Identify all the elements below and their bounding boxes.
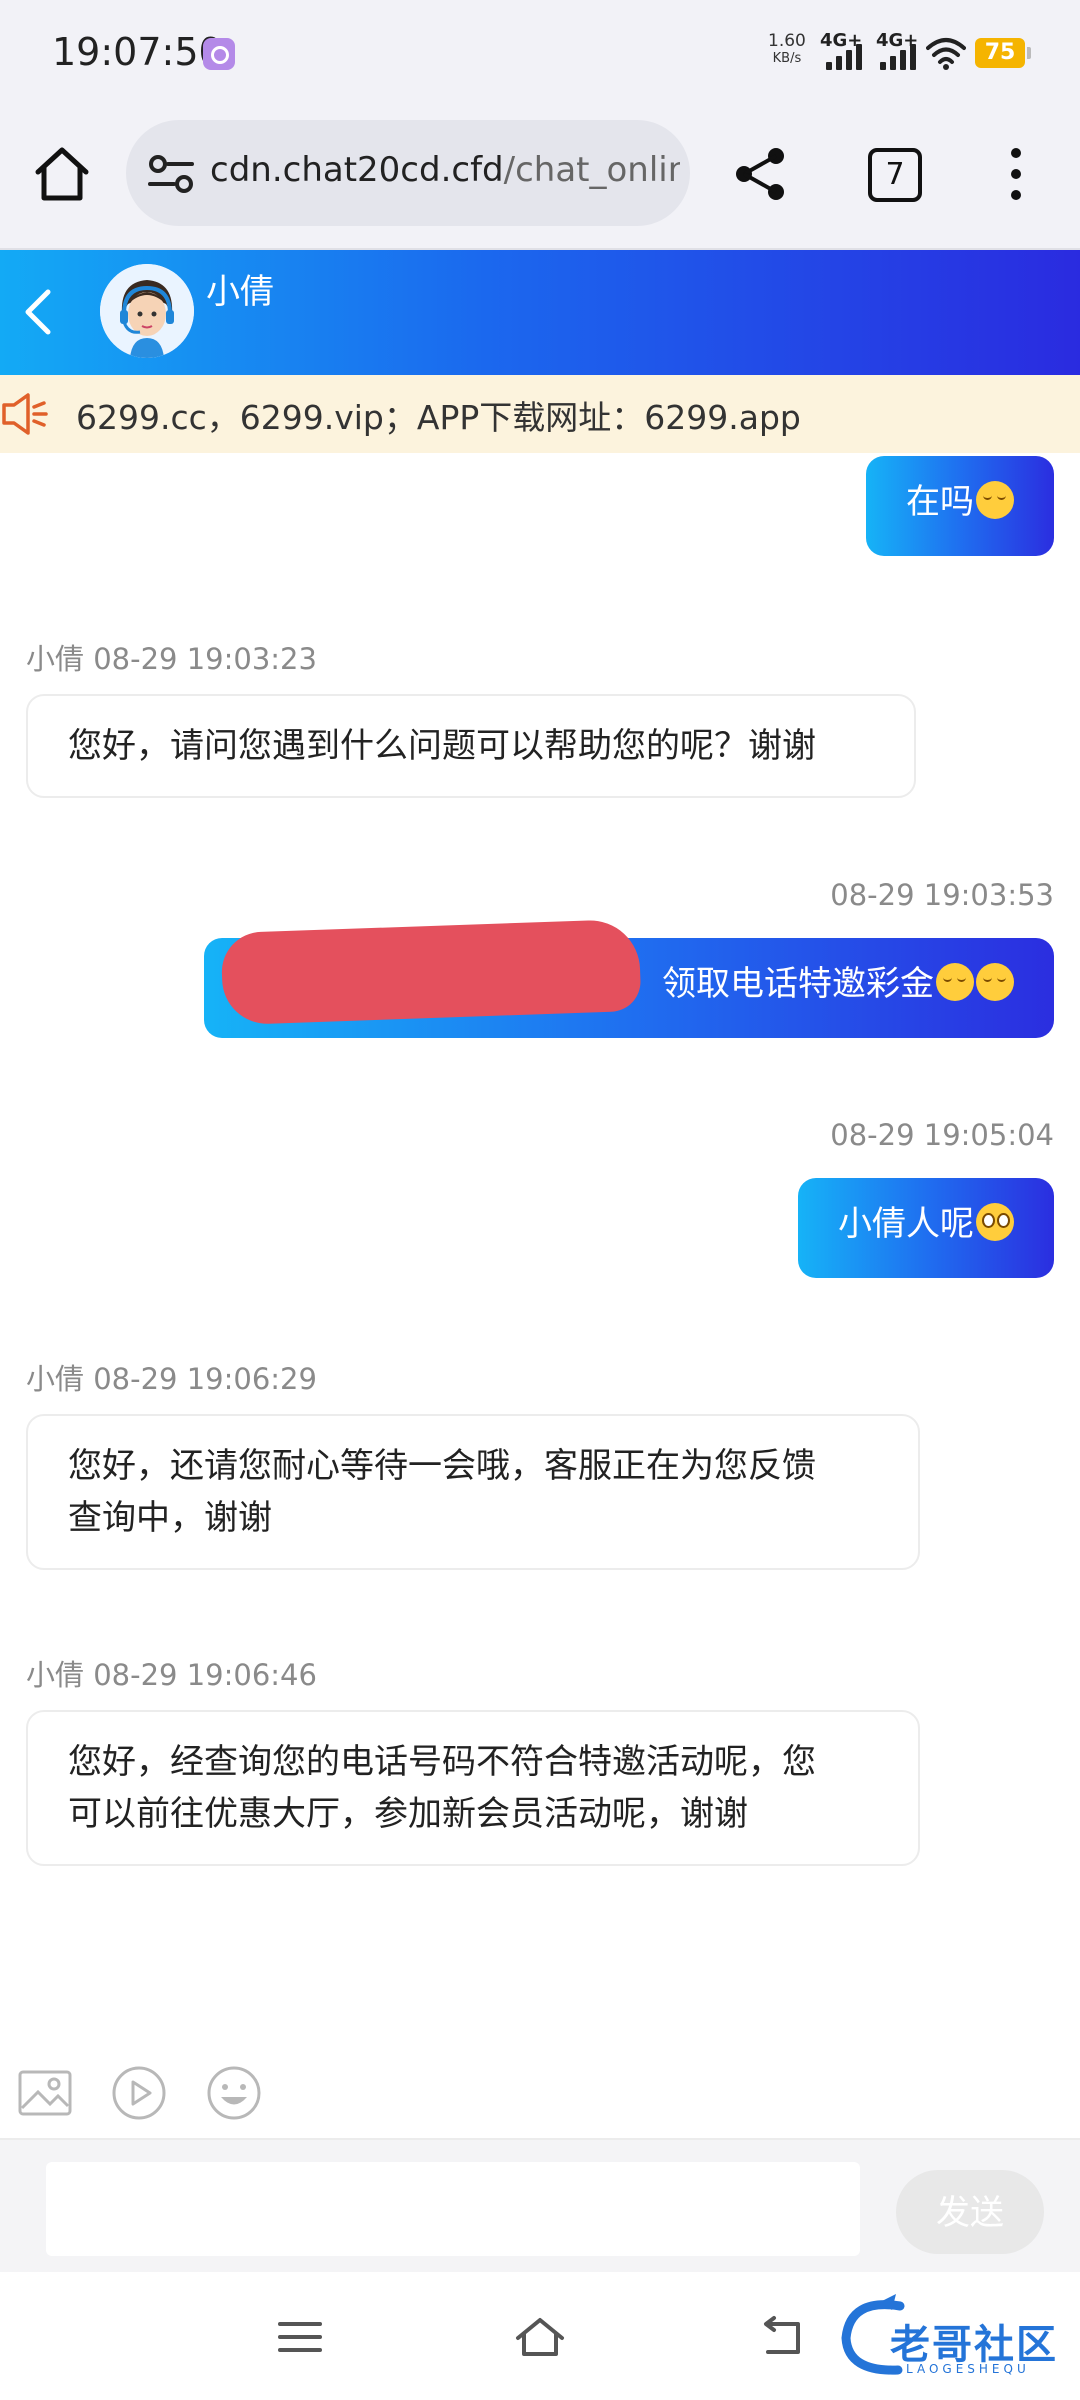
relieved-face-icon: [976, 481, 1014, 519]
home-icon[interactable]: [30, 142, 94, 206]
speaker-icon: [2, 393, 48, 435]
composer-toolbar: [0, 2050, 1080, 2138]
relieved-face-icon: [936, 963, 974, 1001]
watermark-logo: 老哥社区 LAOGESHEQU: [840, 2292, 1070, 2382]
message-meta: 08-29 19:05:04: [830, 1118, 1054, 1152]
incoming-message: 您好，请问您遇到什么问题可以帮助您的呢？谢谢: [26, 694, 916, 798]
status-bar: 19:07:50 1.60 KB/s 4G+ 4G+ 75: [0, 0, 1080, 110]
status-time: 19:07:50: [52, 30, 223, 74]
tab-switcher-button[interactable]: 7: [868, 148, 922, 202]
incoming-message: 您好，经查询您的电话号码不符合特邀活动呢，您 可以前往优惠大厅，参加新会员活动呢…: [26, 1710, 920, 1866]
wifi-icon: [926, 38, 966, 70]
video-upload-icon[interactable]: [110, 2064, 168, 2122]
message-input[interactable]: [46, 2162, 860, 2256]
address-bar[interactable]: cdn.chat20cd.cfd/chat_online: [126, 120, 690, 226]
share-icon[interactable]: [730, 144, 790, 204]
network-speed: 1.60 KB/s: [768, 31, 806, 66]
message-meta: 08-29 19:03:53: [830, 878, 1054, 912]
outgoing-message: 小倩人呢: [798, 1178, 1054, 1278]
notification-app-icon: [203, 38, 235, 70]
message-composer: 发送: [0, 2138, 1080, 2274]
agent-avatar: [100, 264, 194, 358]
chat-header: 小倩: [0, 250, 1080, 375]
incoming-message: 您好，还请您耐心等待一会哦，客服正在为您反馈 查询中，谢谢: [26, 1414, 920, 1570]
url-text[interactable]: cdn.chat20cd.cfd/chat_online: [210, 150, 680, 190]
flushed-face-icon: [976, 1203, 1014, 1241]
site-settings-icon[interactable]: [148, 152, 194, 196]
nav-back-icon[interactable]: [752, 2312, 808, 2362]
relieved-face-icon: [976, 963, 1014, 1001]
redaction-mark: [220, 918, 642, 1026]
image-upload-icon[interactable]: [16, 2064, 74, 2122]
system-nav-bar: 老哥社区 LAOGESHEQU: [0, 2272, 1080, 2400]
battery-icon: 75: [975, 38, 1031, 68]
signal-2-icon: [880, 42, 924, 70]
recent-apps-icon[interactable]: [272, 2312, 328, 2362]
message-meta: 小倩 08-29 19:03:23: [26, 642, 317, 676]
more-menu-icon[interactable]: [1008, 148, 1024, 208]
message-meta: 小倩 08-29 19:06:46: [26, 1658, 317, 1692]
announcement-text: 6299.cc，6299.vip；APP下载网址：6299.app: [76, 398, 801, 437]
back-arrow-icon[interactable]: [18, 284, 58, 340]
nav-home-icon[interactable]: [512, 2312, 568, 2362]
outgoing-message: 在吗: [866, 456, 1054, 556]
send-button[interactable]: 发送: [896, 2170, 1044, 2254]
agent-name: 小倩: [206, 272, 274, 312]
browser-toolbar: cdn.chat20cd.cfd/chat_online 7: [0, 110, 1080, 250]
message-meta: 小倩 08-29 19:06:29: [26, 1362, 317, 1396]
signal-1-icon: [826, 42, 870, 70]
emoji-picker-icon[interactable]: [205, 2064, 263, 2122]
announcement-bar: 6299.cc，6299.vip；APP下载网址：6299.app: [0, 375, 1080, 453]
